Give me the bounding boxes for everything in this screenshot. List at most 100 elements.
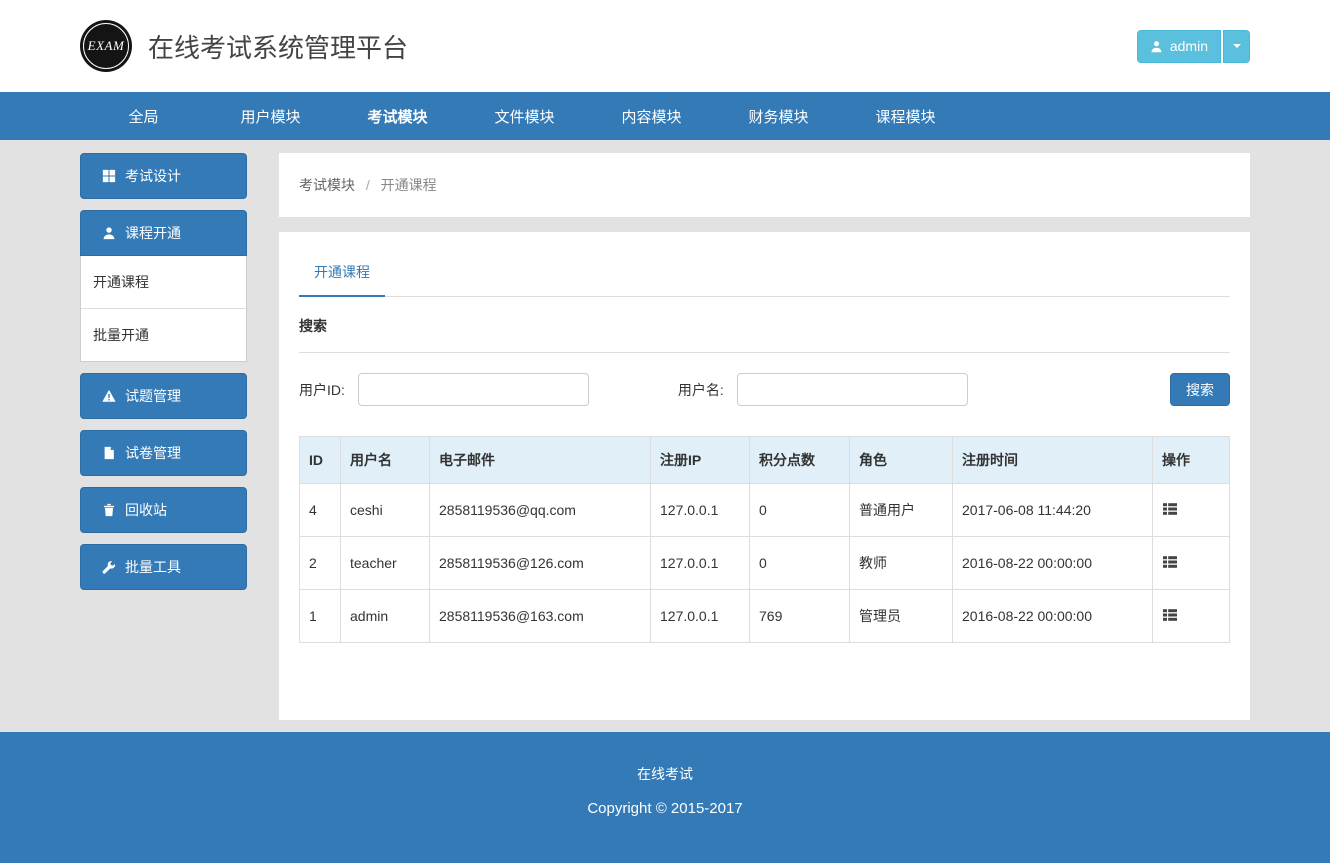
table-cell: 4	[300, 484, 341, 537]
trash-icon	[102, 503, 116, 517]
warning-icon	[102, 389, 116, 403]
table-cell: 127.0.0.1	[651, 590, 750, 643]
footer-site-name: 在线考试	[0, 764, 1330, 784]
sidebar-item-label: 批量工具	[125, 557, 181, 577]
exam-logo-text: EXAM	[88, 38, 125, 54]
breadcrumb-separator: /	[366, 177, 370, 193]
tab-open-course[interactable]: 开通课程	[299, 250, 385, 297]
table-cell: 2858119536@163.com	[430, 590, 651, 643]
sidebar-item-课程开通[interactable]: 课程开通	[80, 210, 247, 256]
list-icon[interactable]	[1162, 607, 1178, 623]
sidebar-subitem-开通课程[interactable]: 开通课程	[81, 256, 246, 309]
column-header-ID: ID	[300, 437, 341, 484]
breadcrumb-page: 开通课程	[381, 177, 437, 193]
column-header-电子邮件: 电子邮件	[430, 437, 651, 484]
sidebar-item-label: 回收站	[125, 500, 167, 520]
main-column: 考试模块 / 开通课程 开通课程 搜索 用户ID: 用户名: 搜索	[279, 153, 1250, 720]
page-title: 在线考试系统管理平台	[148, 28, 408, 65]
column-header-用户名: 用户名	[341, 437, 430, 484]
table-cell: 2858119536@qq.com	[430, 484, 651, 537]
table-cell: 127.0.0.1	[651, 484, 750, 537]
breadcrumb-module[interactable]: 考试模块	[299, 177, 355, 193]
user-icon	[102, 226, 116, 240]
table-row: 1admin2858119536@163.com127.0.0.1769管理员2…	[300, 590, 1230, 643]
file-icon	[102, 446, 116, 460]
table-cell: 2	[300, 537, 341, 590]
table-cell: 2016-08-22 00:00:00	[953, 590, 1153, 643]
operation-cell	[1153, 590, 1230, 643]
nav-item-考试模块[interactable]: 考试模块	[334, 92, 461, 140]
column-header-角色: 角色	[850, 437, 953, 484]
footer-copyright: Copyright © 2015-2017	[0, 800, 1330, 817]
column-header-操作: 操作	[1153, 437, 1230, 484]
wrench-icon	[102, 560, 116, 574]
table-cell: teacher	[341, 537, 430, 590]
sidebar-subitem-批量开通[interactable]: 批量开通	[81, 309, 246, 361]
table-cell: 教师	[850, 537, 953, 590]
nav-item-文件模块[interactable]: 文件模块	[461, 92, 588, 140]
sidebar-item-回收站[interactable]: 回收站	[80, 487, 247, 533]
table-cell: ceshi	[341, 484, 430, 537]
nav-item-用户模块[interactable]: 用户模块	[207, 92, 334, 140]
list-icon[interactable]	[1162, 501, 1178, 517]
admin-button-group: admin	[1137, 30, 1250, 63]
table-cell: 1	[300, 590, 341, 643]
content-area: 考试设计课程开通开通课程批量开通试题管理试卷管理回收站批量工具 考试模块 / 开…	[80, 140, 1250, 732]
search-section-title: 搜索	[299, 297, 1230, 353]
table-cell: 2016-08-22 00:00:00	[953, 537, 1153, 590]
table-cell: 普通用户	[850, 484, 953, 537]
nav-item-内容模块[interactable]: 内容模块	[588, 92, 715, 140]
sidebar-item-label: 考试设计	[125, 166, 181, 186]
table-cell: 769	[750, 590, 850, 643]
grid-icon	[102, 169, 116, 183]
main-nav: 全局用户模块考试模块文件模块内容模块财务模块课程模块	[0, 92, 1330, 140]
user-icon	[1150, 40, 1163, 53]
table-cell: 管理员	[850, 590, 953, 643]
breadcrumb: 考试模块 / 开通课程	[279, 153, 1250, 217]
user-name-input[interactable]	[737, 373, 968, 406]
sidebar-item-试卷管理[interactable]: 试卷管理	[80, 430, 247, 476]
column-header-积分点数: 积分点数	[750, 437, 850, 484]
nav-item-全局[interactable]: 全局	[80, 92, 207, 140]
table-row: 4ceshi2858119536@qq.com127.0.0.10普通用户201…	[300, 484, 1230, 537]
sidebar-submenu: 开通课程批量开通	[80, 256, 247, 362]
sidebar-item-label: 课程开通	[125, 223, 181, 243]
chevron-down-icon	[1233, 44, 1241, 48]
sidebar-item-考试设计[interactable]: 考试设计	[80, 153, 247, 199]
main-nav-items: 全局用户模块考试模块文件模块内容模块财务模块课程模块	[80, 92, 1250, 140]
sidebar-item-批量工具[interactable]: 批量工具	[80, 544, 247, 590]
users-table-head: ID用户名电子邮件注册IP积分点数角色注册时间操作	[300, 437, 1230, 484]
table-cell: 2858119536@126.com	[430, 537, 651, 590]
app-footer: 在线考试 Copyright © 2015-2017	[0, 732, 1330, 863]
table-cell: admin	[341, 590, 430, 643]
user-id-label: 用户ID:	[299, 380, 345, 400]
operation-cell	[1153, 484, 1230, 537]
search-button[interactable]: 搜索	[1170, 373, 1230, 406]
nav-item-课程模块[interactable]: 课程模块	[842, 92, 969, 140]
user-id-input[interactable]	[358, 373, 589, 406]
sidebar-item-试题管理[interactable]: 试题管理	[80, 373, 247, 419]
users-table: ID用户名电子邮件注册IP积分点数角色注册时间操作 4ceshi28581195…	[299, 436, 1230, 643]
table-cell: 127.0.0.1	[651, 537, 750, 590]
sidebar-item-label: 试题管理	[125, 386, 181, 406]
table-cell: 2017-06-08 11:44:20	[953, 484, 1153, 537]
main-panel: 开通课程 搜索 用户ID: 用户名: 搜索 ID用户名电子邮件注册IP积分点数角…	[279, 232, 1250, 720]
nav-item-财务模块[interactable]: 财务模块	[715, 92, 842, 140]
app-header: EXAM 在线考试系统管理平台 admin	[0, 0, 1330, 92]
sidebar: 考试设计课程开通开通课程批量开通试题管理试卷管理回收站批量工具	[80, 153, 247, 601]
admin-button[interactable]: admin	[1137, 30, 1221, 63]
exam-logo: EXAM	[80, 20, 132, 72]
table-header-row: ID用户名电子邮件注册IP积分点数角色注册时间操作	[300, 437, 1230, 484]
admin-dropdown-toggle[interactable]	[1223, 30, 1250, 63]
table-cell: 0	[750, 484, 850, 537]
tab-bar: 开通课程	[299, 250, 1230, 297]
table-cell: 0	[750, 537, 850, 590]
users-table-body: 4ceshi2858119536@qq.com127.0.0.10普通用户201…	[300, 484, 1230, 643]
column-header-注册时间: 注册时间	[953, 437, 1153, 484]
operation-cell	[1153, 537, 1230, 590]
search-form: 用户ID: 用户名: 搜索	[299, 353, 1230, 412]
user-name-label: 用户名:	[678, 380, 724, 400]
list-icon[interactable]	[1162, 554, 1178, 570]
sidebar-item-label: 试卷管理	[125, 443, 181, 463]
table-row: 2teacher2858119536@126.com127.0.0.10教师20…	[300, 537, 1230, 590]
